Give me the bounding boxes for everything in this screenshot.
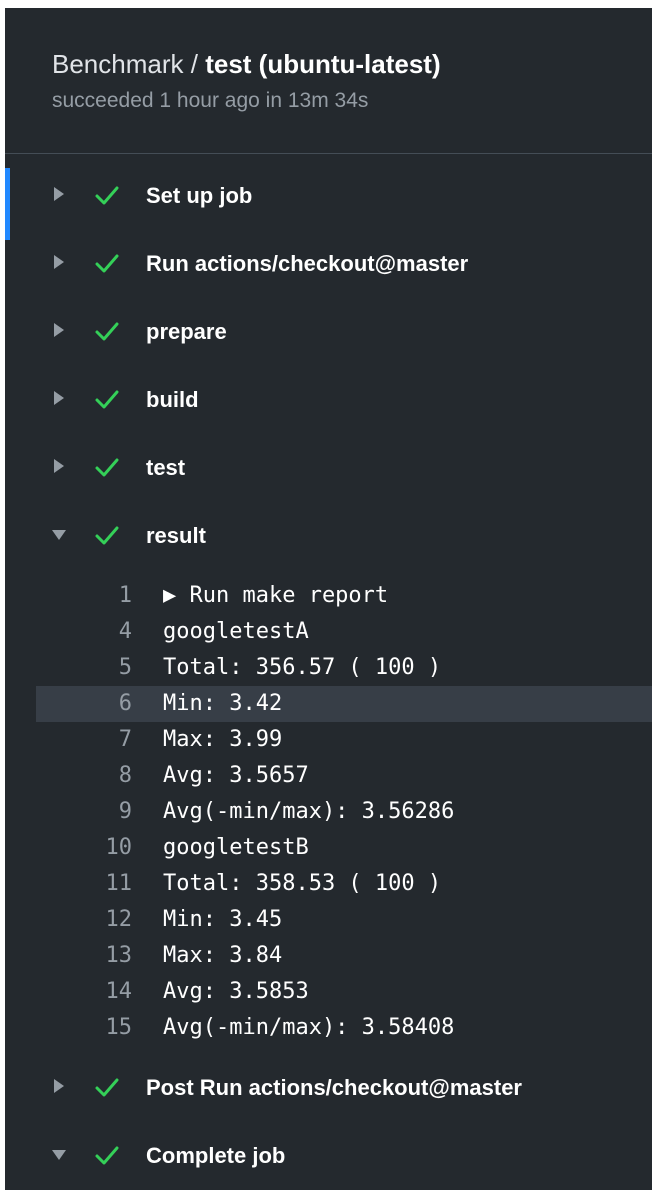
log-line-text: Avg(-min/max): 3.56286 [163,799,455,824]
step-name: Post Run actions/checkout@master [146,1075,522,1100]
log-line[interactable]: 7 Max: 3.99 [36,722,652,758]
log-line[interactable]: 8 Avg: 3.5657 [36,758,652,794]
log-line-number[interactable]: 12 [36,902,133,938]
step-row[interactable]: Run actions/checkout@master [5,236,652,292]
log-line[interactable]: 10 googletestB [36,830,652,866]
step-row[interactable]: Set up job [5,168,652,224]
check-icon [94,454,120,480]
check-icon [94,1074,120,1100]
log-line-text: Total: 356.57 ( 100 ) [163,655,442,680]
caret-right-icon[interactable] [51,252,67,272]
log-line[interactable]: 13 Max: 3.84 [36,938,652,974]
caret-right-icon[interactable] [51,320,67,340]
log-line-number[interactable]: 1 [36,578,132,614]
step-row[interactable]: test [5,440,652,496]
job-header: Benchmark / test (ubuntu-latest) succeed… [5,8,652,154]
step-name: Run actions/checkout@master [146,251,469,276]
step-row[interactable]: prepare [5,304,652,360]
job-status-text: succeeded 1 hour ago in 13m 34s [52,89,369,112]
step-name: Set up job [146,183,253,208]
step-name: prepare [146,319,227,344]
log-line-number[interactable]: 4 [36,614,132,650]
log-line-text: Max: 3.84 [163,943,283,968]
log-line-text: googletestB [163,835,309,860]
log-line-number[interactable]: 14 [36,974,133,1010]
caret-right-icon[interactable] [51,1076,67,1096]
log-line[interactable]: 12 Min: 3.45 [36,902,652,938]
log-line[interactable]: 9 Avg(-min/max): 3.56286 [36,794,652,830]
log-line-text: Min: 3.42 [163,691,283,716]
log-line-text: Avg(-min/max): 3.58408 [163,1015,455,1040]
step-row[interactable]: build [5,372,652,428]
log-line-text: Max: 3.99 [163,727,283,752]
log-line-number[interactable]: 10 [36,830,133,866]
log-line-text: Total: 358.53 ( 100 ) [163,871,442,896]
log-line[interactable]: 1 ▶ Run make report [36,578,652,614]
job-name: test (ubuntu-latest) [205,49,441,79]
log-line[interactable]: 11 Total: 358.53 ( 100 ) [36,866,652,902]
step-row[interactable]: Complete job [5,1128,652,1184]
caret-right-icon[interactable] [51,388,67,408]
log-line-number[interactable]: 13 [36,938,133,974]
workflow-name[interactable]: Benchmark [52,49,184,79]
log-line[interactable]: 15 Avg(-min/max): 3.58408 [36,1010,652,1046]
caret-right-icon[interactable] [51,456,67,476]
check-icon [94,318,120,344]
page-title: Benchmark / test (ubuntu-latest) [52,48,441,80]
caret-down-icon[interactable] [51,1144,67,1164]
step-name: result [146,523,206,548]
log-line-number[interactable]: 6 [36,686,132,722]
log-line[interactable]: 4 googletestA [36,614,652,650]
step-name: Complete job [146,1143,286,1168]
log-line-text: ▶ Run make report [163,583,389,608]
step-name: test [146,455,186,480]
check-icon [94,250,120,276]
step-name: build [146,387,199,412]
log-line-number[interactable]: 7 [36,722,132,758]
log-line[interactable]: 5 Total: 356.57 ( 100 ) [36,650,652,686]
check-icon [94,182,120,208]
log-line-number[interactable]: 5 [36,650,132,686]
check-icon [94,1142,120,1168]
log-line-number[interactable]: 9 [36,794,132,830]
log-line-number[interactable]: 11 [36,866,133,902]
log-line-number[interactable]: 15 [36,1010,133,1046]
log-line[interactable]: 6 Min: 3.42 [36,686,652,722]
check-icon [94,522,120,548]
log-line-text: googletestA [163,619,309,644]
step-log-result: 1 ▶ Run make report 4 googletestA 5 Total: 35… [36,578,652,1046]
caret-right-icon[interactable] [51,184,67,204]
log-line[interactable]: 14 Avg: 3.5853 [36,974,652,1010]
step-row[interactable]: result [5,508,652,564]
caret-down-icon[interactable] [51,524,67,544]
job-log-panel: Benchmark / test (ubuntu-latest) succeed… [5,8,652,1190]
check-icon [94,386,120,412]
step-row[interactable]: Post Run actions/checkout@master [5,1060,652,1116]
title-separator: / [190,49,198,79]
log-line-text: Avg: 3.5853 [163,979,309,1004]
log-line-text: Avg: 3.5657 [163,763,309,788]
log-line-text: Min: 3.45 [163,907,283,932]
log-line-number[interactable]: 8 [36,758,132,794]
